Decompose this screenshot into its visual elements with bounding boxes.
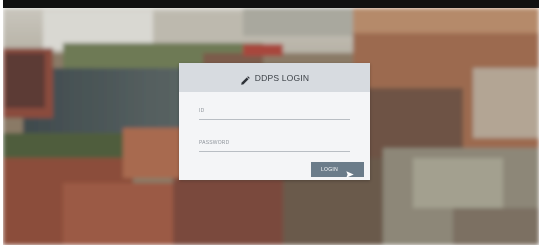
login-card: DDPS LOGIN LOGIN — [179, 63, 370, 180]
pencil-icon — [240, 73, 250, 85]
login-form: LOGIN — [179, 92, 370, 180]
left-frame-border — [0, 0, 3, 248]
login-header: DDPS LOGIN — [179, 63, 370, 92]
password-input[interactable] — [199, 135, 350, 152]
login-button-label: LOGIN — [320, 166, 339, 173]
send-icon — [346, 166, 354, 178]
login-page: DDPS LOGIN LOGIN — [0, 0, 542, 248]
top-frame-bar — [0, 0, 542, 8]
login-title: DDPS LOGIN — [254, 72, 310, 83]
login-button[interactable]: LOGIN — [311, 162, 364, 178]
id-input[interactable] — [199, 103, 350, 120]
